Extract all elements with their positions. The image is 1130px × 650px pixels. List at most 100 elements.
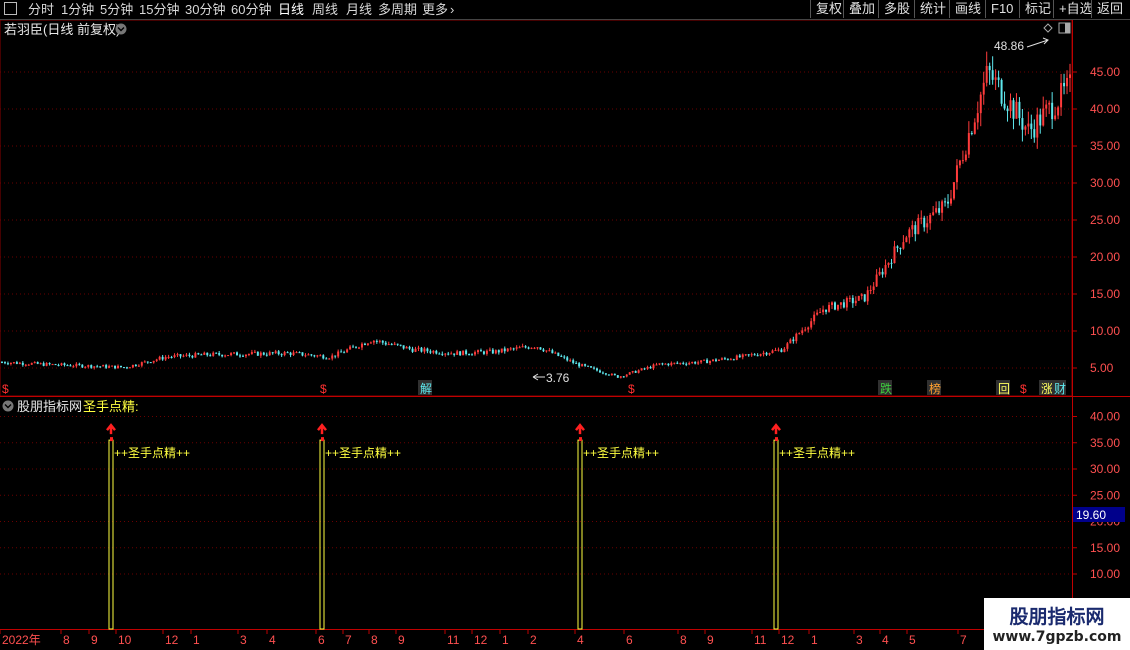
candle-body: [69, 365, 72, 367]
candle-body: [911, 225, 914, 230]
candle-body: [1036, 114, 1039, 138]
candle-body: [384, 342, 387, 345]
y-tick-label: 25.00: [1090, 213, 1120, 227]
low-arrow: [532, 373, 545, 381]
window-menu-icon[interactable]: [4, 2, 17, 15]
overlay-button[interactable]: 叠加: [843, 0, 880, 18]
candle-body: [587, 365, 590, 367]
candle-body: [729, 359, 732, 361]
candle-body: [117, 365, 120, 369]
multi-stock-button[interactable]: 多股: [878, 0, 915, 18]
candle-body: [661, 363, 664, 365]
candle-body: [271, 352, 274, 354]
x-tick-label: 1: [811, 633, 818, 647]
candle-body: [128, 367, 131, 369]
candle-body: [935, 208, 938, 213]
signal-bar: [108, 439, 114, 630]
candle-body: [179, 354, 182, 357]
candle-body: [310, 354, 313, 356]
x-tick-label: 1: [502, 633, 509, 647]
candle-body: [125, 367, 128, 369]
tab-fenshi[interactable]: 分时: [28, 1, 54, 18]
title-dropdown-icon[interactable]: [115, 23, 127, 35]
candle-body: [328, 358, 331, 360]
candle-body: [560, 355, 563, 357]
back-button[interactable]: 返回: [1091, 0, 1128, 18]
bookmark-button[interactable]: 标记: [1019, 0, 1056, 18]
tab-monthly[interactable]: 月线: [346, 1, 372, 18]
candle-body: [227, 355, 230, 357]
candle-body: [402, 345, 405, 349]
y-tick-label: 35.00: [1090, 139, 1120, 153]
candle-body: [554, 352, 557, 354]
candle-body: [628, 372, 631, 375]
candle-body: [619, 376, 622, 378]
candle-body: [96, 366, 99, 368]
up-arrow-icon: [575, 423, 585, 435]
y-tick-label: 40.00: [1090, 102, 1120, 116]
candle-body: [131, 364, 134, 368]
candle-body: [905, 237, 908, 243]
candle-body: [42, 363, 45, 366]
candle-body: [670, 362, 673, 366]
candle-body: [920, 217, 923, 219]
candle-body: [792, 339, 795, 342]
candle-body: [584, 364, 587, 366]
candle-body: [334, 355, 337, 357]
diamond-icon[interactable]: [1043, 23, 1053, 33]
tab-daily[interactable]: 日线: [278, 1, 304, 18]
tab-60min[interactable]: 60分钟: [231, 1, 271, 18]
candle-body: [848, 297, 851, 299]
candle-body: [27, 364, 30, 366]
candle-body: [545, 350, 548, 352]
candle-body: [24, 364, 27, 366]
tab-more[interactable]: 更多: [422, 1, 448, 18]
watermark-title: 股朋指标网: [1009, 606, 1105, 628]
candle-body: [950, 198, 953, 204]
candle-body: [688, 363, 691, 365]
tab-5min[interactable]: 5分钟: [100, 1, 133, 18]
candle-body: [1057, 107, 1060, 116]
candle-body: [598, 370, 601, 373]
tab-weekly[interactable]: 周线: [312, 1, 338, 18]
x-tick-label: 12: [474, 633, 488, 647]
candle-body: [485, 350, 488, 354]
candle-body: [352, 346, 355, 348]
candle-body: [548, 350, 551, 352]
candle-body: [346, 349, 349, 353]
candle-body: [1024, 126, 1027, 130]
x-tick-label: 4: [882, 633, 889, 647]
candle-body: [238, 355, 241, 357]
x-tick-label: 2022年: [2, 633, 41, 647]
f10-button[interactable]: F10: [985, 0, 1018, 18]
sub-dropdown-icon[interactable]: [2, 400, 14, 412]
signal-dot: [775, 437, 778, 442]
stats-button[interactable]: 统计: [914, 0, 951, 18]
adjust-button[interactable]: 复权: [810, 0, 847, 18]
indicator-name: 圣手点精:: [83, 399, 139, 414]
candle-body: [575, 362, 578, 364]
kline-chart[interactable]: 45.0040.0035.0030.0025.0020.0015.0010.00…: [0, 20, 1130, 650]
tab-30min[interactable]: 30分钟: [185, 1, 225, 18]
candle-body: [349, 346, 352, 350]
candle-body: [200, 354, 203, 356]
candle-body: [405, 346, 408, 349]
tab-1min[interactable]: 1分钟: [61, 1, 94, 18]
candle-body: [462, 350, 465, 356]
candlestick-series: [1, 51, 1071, 379]
chevron-right-icon[interactable]: ›: [450, 1, 454, 18]
candle-body: [387, 344, 390, 346]
candle-body: [152, 360, 155, 363]
x-axis-labels: 2022年 8 9 10 12 1 3 4 6 7 8 9 11 12 1 2 4 6 8 9 11 12 1 3 4 5 7: [0, 630, 967, 647]
tab-15min[interactable]: 15分钟: [139, 1, 179, 18]
candle-body: [375, 340, 378, 342]
sub-y-axis: 40.0035.0030.0025.0020.0015.0010.00: [1072, 410, 1120, 581]
tab-multi-period[interactable]: 多周期: [378, 1, 417, 18]
x-tick-label: 3: [856, 633, 863, 647]
candle-body: [1039, 114, 1042, 126]
draw-line-button[interactable]: 画线: [949, 0, 986, 18]
candle-body: [322, 355, 325, 359]
candle-body: [524, 346, 527, 348]
candle-body: [197, 353, 200, 355]
chart-title: 若羽臣(日线 前复权): [4, 22, 120, 37]
